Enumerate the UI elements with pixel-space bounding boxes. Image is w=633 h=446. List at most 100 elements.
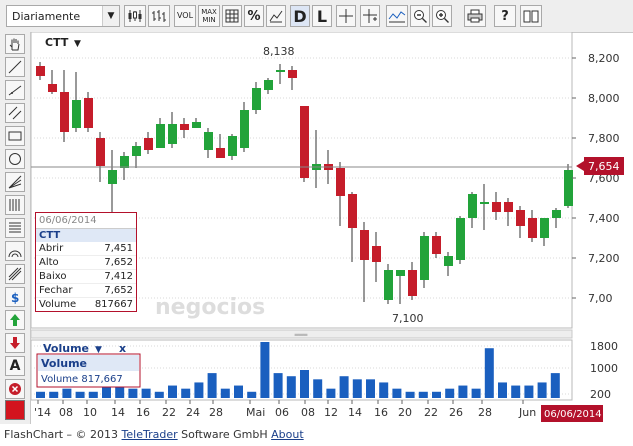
x-tick-label: 10 xyxy=(83,406,97,419)
candle-body xyxy=(396,270,405,276)
ellipse-tool[interactable] xyxy=(5,149,25,169)
volume-y-tick-label: 1000 xyxy=(590,362,618,375)
volume-bar xyxy=(339,376,349,398)
period-select[interactable]: Diariamente ▼ xyxy=(6,5,120,27)
info-row: Alto 7,652 xyxy=(36,255,136,269)
x-tick-label: 16 xyxy=(136,406,150,419)
volume-bar xyxy=(194,382,204,398)
x-tick-label: 26 xyxy=(449,406,463,419)
candle-body xyxy=(120,156,129,168)
zoom-out-button[interactable] xyxy=(410,5,430,27)
candlestick-chart-button[interactable] xyxy=(124,5,146,27)
max-min-button[interactable]: MAX MIN xyxy=(198,5,220,27)
volume-bar xyxy=(75,391,85,398)
crosshair-measure-button[interactable] xyxy=(360,5,380,27)
volume-bar xyxy=(286,376,296,398)
arc-tool[interactable] xyxy=(5,241,25,261)
info-row-value: 7,652 xyxy=(104,285,133,296)
volume-info-title: Volume xyxy=(41,357,87,370)
retracement-tool[interactable] xyxy=(5,218,25,238)
about-link[interactable]: About xyxy=(271,428,304,441)
percent-button[interactable]: % xyxy=(244,5,264,27)
ohlc-chart-button[interactable] xyxy=(148,5,170,27)
candle-body xyxy=(516,210,525,226)
svg-text:$: $ xyxy=(11,291,19,304)
buy-arrow-tool[interactable] xyxy=(5,310,25,330)
volume-bar xyxy=(458,385,468,398)
info-row: Fechar 7,652 xyxy=(36,283,136,297)
candle-body xyxy=(192,122,201,128)
fan-lines-icon xyxy=(8,175,22,189)
x-tick-label: 12 xyxy=(324,406,338,419)
volume-toggle-label: VOL xyxy=(176,11,194,20)
zoom-in-icon xyxy=(435,9,449,23)
trendline-tool[interactable] xyxy=(5,57,25,77)
candle-body xyxy=(48,84,57,92)
candle-body xyxy=(72,100,81,128)
y-tick-label: 7,00 xyxy=(588,292,613,305)
print-button[interactable] xyxy=(464,5,486,27)
d-mode-button[interactable]: D xyxy=(290,5,310,27)
extended-line-tool[interactable] xyxy=(5,80,25,100)
candle-body xyxy=(432,236,441,254)
rectangle-tool[interactable] xyxy=(5,126,25,146)
channel-tool[interactable] xyxy=(5,264,25,284)
grid-button[interactable] xyxy=(222,5,242,27)
ohlc-info-box: 06/06/2014 CTT Abrir 7,451 Alto 7,652 Baixo 7… xyxy=(35,212,137,312)
crosshair-button[interactable] xyxy=(336,5,356,27)
volume-info-value: Volume 817,667 xyxy=(41,374,123,385)
fibonacci-tool[interactable] xyxy=(5,195,25,215)
volume-bar xyxy=(484,348,494,398)
candle-body xyxy=(372,246,381,262)
toolbar: Diariamente ▼ VOL MAX MIN % D L ? xyxy=(0,0,633,33)
zoom-in-button[interactable] xyxy=(432,5,452,27)
x-tick-label: 06 xyxy=(275,406,289,419)
volume-bar xyxy=(379,382,389,398)
candle-body xyxy=(540,218,549,238)
symbol-dropdown-icon[interactable]: ▼ xyxy=(74,39,81,49)
l-mode-button[interactable]: L xyxy=(312,5,332,27)
compare-button[interactable] xyxy=(266,5,286,27)
volume-bar xyxy=(128,388,138,398)
teletrader-link[interactable]: TeleTrader xyxy=(122,428,178,441)
volume-toggle-button[interactable]: VOL xyxy=(174,5,196,27)
parallel-line-tool[interactable] xyxy=(5,103,25,123)
chevron-down-icon: ▼ xyxy=(102,6,119,26)
low-label: 7,100 xyxy=(392,312,424,325)
d-mode-label: D xyxy=(293,6,307,26)
x-tick-label: Mai xyxy=(246,406,265,419)
info-row-label: Volume xyxy=(39,299,77,310)
help-button[interactable]: ? xyxy=(494,5,516,27)
parallel-lines-icon xyxy=(8,106,22,120)
volume-bar xyxy=(537,382,547,398)
info-row-label: Fechar xyxy=(39,285,73,296)
x-tick-label: '14 xyxy=(34,406,51,419)
candle-body xyxy=(492,202,501,212)
rectangle-icon xyxy=(8,131,22,141)
delete-drawings-button[interactable] xyxy=(5,379,25,399)
x-tick-label: 28 xyxy=(478,406,492,419)
volume-bar xyxy=(432,391,441,398)
delete-circle-icon xyxy=(9,383,21,395)
volume-close-button[interactable]: x xyxy=(119,342,126,355)
l-mode-label: L xyxy=(316,6,328,26)
indicator-button[interactable] xyxy=(386,5,408,27)
x-tick-label: Jun xyxy=(518,406,536,419)
volume-bar xyxy=(524,385,534,398)
symbol-label: CTT xyxy=(45,36,69,49)
ohlc-bars-icon xyxy=(152,10,166,22)
sell-arrow-tool[interactable] xyxy=(5,333,25,353)
x-tick-label: 28 xyxy=(209,406,223,419)
manual-button[interactable] xyxy=(520,5,542,27)
fan-tool[interactable] xyxy=(5,172,25,192)
candle-body xyxy=(552,210,561,218)
text-tool[interactable]: A xyxy=(5,356,25,376)
dollar-icon: $ xyxy=(11,291,19,304)
pan-tool[interactable] xyxy=(5,34,25,54)
retracement-icon xyxy=(9,222,21,233)
compare-chart-icon xyxy=(269,10,283,23)
x-tick-label: 14 xyxy=(111,406,125,419)
x-tick-label: 22 xyxy=(162,406,176,419)
color-picker[interactable] xyxy=(5,400,25,420)
price-label-tool[interactable]: $ xyxy=(5,287,25,307)
